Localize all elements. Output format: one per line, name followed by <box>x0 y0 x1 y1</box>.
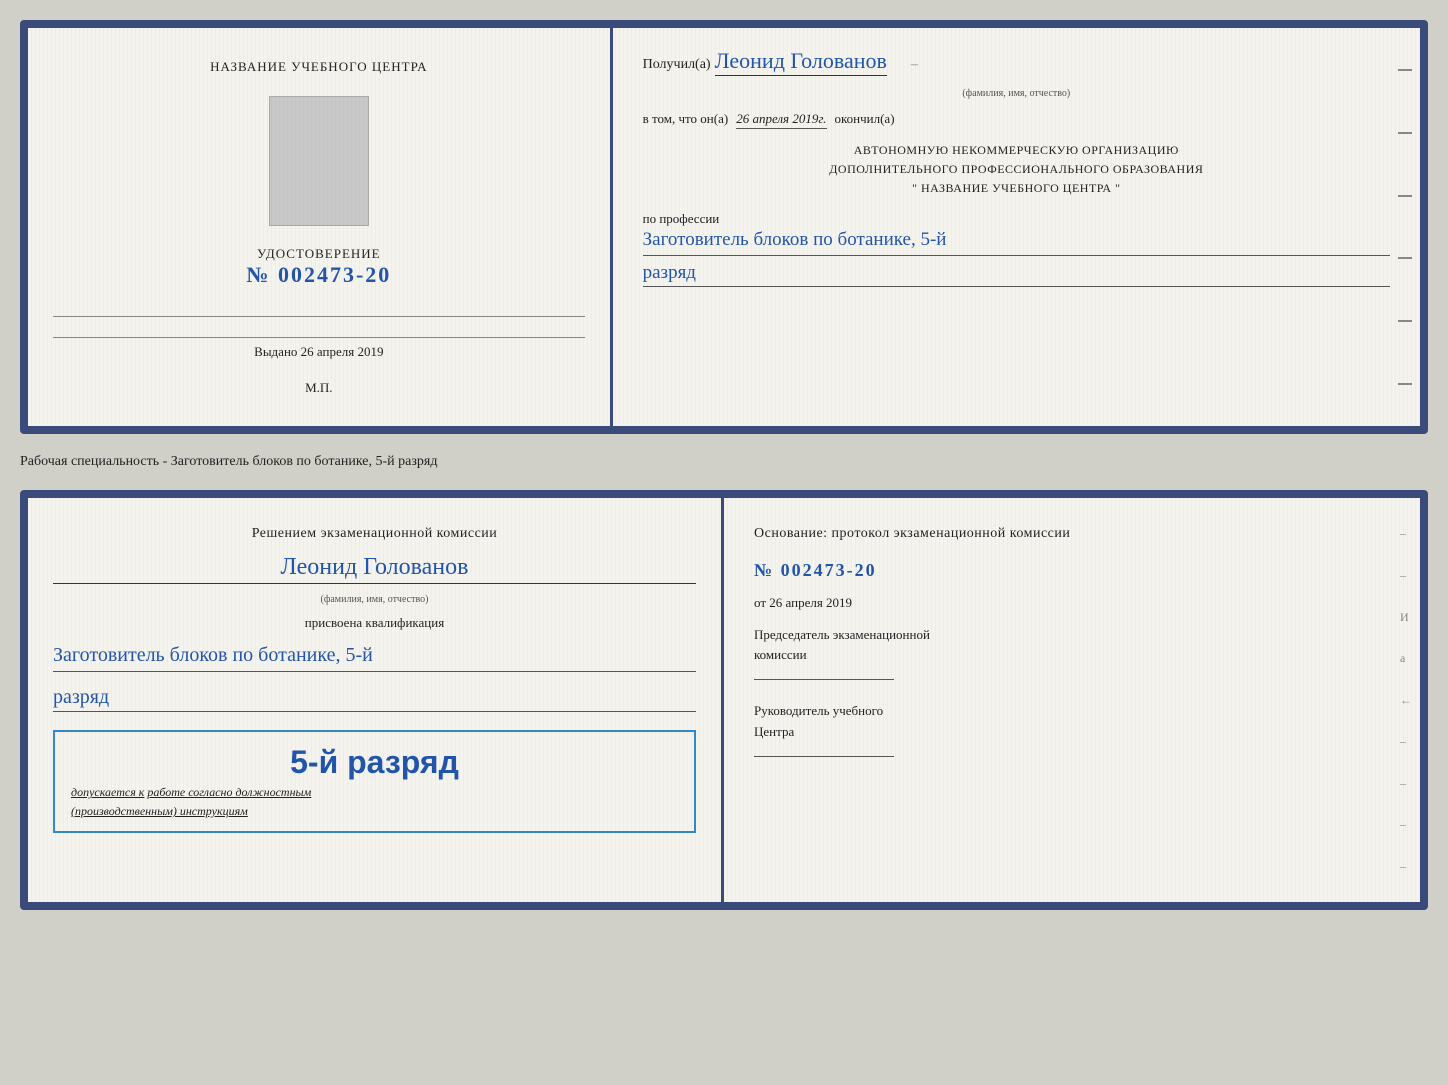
vert-dash-3: И <box>1400 610 1412 625</box>
bottom-right-decoration: – – И а ← – – – – <box>1400 513 1412 887</box>
top-cert-training-center-title: НАЗВАНИЕ УЧЕБНОГО ЦЕНТРА <box>210 58 427 76</box>
assigned-label: присвоена квалификация <box>53 615 696 631</box>
completed-label: окончил(а) <box>835 111 895 127</box>
from-prefix: от <box>754 595 766 610</box>
chairman-block: Председатель экзаменационной комиссии <box>754 625 1390 687</box>
bottom-cert-left: Решением экзаменационной комиссии Леонид… <box>28 498 724 902</box>
qualification-value: Заготовитель блоков по ботанике, 5-й <box>53 641 696 672</box>
top-cert-left: НАЗВАНИЕ УЧЕБНОГО ЦЕНТРА УДОСТОВЕРЕНИЕ №… <box>28 28 613 426</box>
deco-dash-4 <box>1398 257 1412 259</box>
right-decoration <box>1398 48 1412 406</box>
stamp-instructions: (производственным) инструкциям <box>71 804 678 819</box>
top-cert-right: Получил(а) Леонид Голованов – (фамилия, … <box>613 28 1420 426</box>
page-wrapper: НАЗВАНИЕ УЧЕБНОГО ЦЕНТРА УДОСТОВЕРЕНИЕ №… <box>20 20 1428 910</box>
chairman-sign-line <box>754 679 894 680</box>
top-certificate: НАЗВАНИЕ УЧЕБНОГО ЦЕНТРА УДОСТОВЕРЕНИЕ №… <box>20 20 1428 434</box>
received-name: Леонид Голованов <box>715 48 887 76</box>
director-block: Руководитель учебного Центра <box>754 701 1390 763</box>
person-name-bottom: Леонид Голованов <box>53 554 696 584</box>
chairman-line1: Председатель экзаменационной <box>754 625 1390 646</box>
stamp-allowed-underline: работе согласно должностным <box>147 785 311 799</box>
razryad-bottom: разряд <box>53 686 696 712</box>
cert-number-prefix: № <box>246 262 270 287</box>
date-line: в том, что он(а) 26 апреля 2019г. окончи… <box>643 111 1390 129</box>
bottom-certificate: Решением экзаменационной комиссии Леонид… <box>20 490 1428 910</box>
date-prefix: в том, что он(а) <box>643 111 729 127</box>
received-label: Получил(а) <box>643 57 711 73</box>
protocol-number-value: 002473-20 <box>781 560 877 580</box>
separator-label: Рабочая специальность - Заготовитель бло… <box>20 450 1428 474</box>
protocol-number: № 002473-20 <box>754 560 1390 581</box>
org-line1: АВТОНОМНУЮ НЕКОММЕРЧЕСКУЮ ОРГАНИЗАЦИЮ <box>643 141 1390 160</box>
vert-dash-4: а <box>1400 651 1412 666</box>
cert-label: УДОСТОВЕРЕНИЕ <box>246 246 391 262</box>
bottom-cert-right: Основание: протокол экзаменационной коми… <box>724 498 1420 902</box>
fio-small-bottom: (фамилия, имя, отчество) <box>53 594 696 605</box>
org-line3: " НАЗВАНИЕ УЧЕБНОГО ЦЕНТРА " <box>643 179 1390 198</box>
issued-label: Выдано <box>254 344 297 359</box>
issued-date: 26 апреля 2019 <box>301 344 384 359</box>
from-date-value: 26 апреля 2019 <box>769 595 852 610</box>
cert-number: № 002473-20 <box>246 262 391 288</box>
cert-number-block: УДОСТОВЕРЕНИЕ № 002473-20 <box>246 246 391 288</box>
stamp-rank: 5-й разряд <box>71 744 678 781</box>
profession-label: по профессии <box>643 211 720 226</box>
deco-dash-6 <box>1398 383 1412 385</box>
protocol-prefix: № <box>754 560 774 580</box>
chairman-line2: комиссии <box>754 645 1390 666</box>
mp-label: М.П. <box>305 380 332 396</box>
deco-dash-2 <box>1398 132 1412 134</box>
decision-text: Решением экзаменационной комиссии <box>53 523 696 544</box>
issued-line: Выдано 26 апреля 2019 <box>53 337 585 360</box>
deco-dash-3 <box>1398 195 1412 197</box>
director-line2: Центра <box>754 722 1390 743</box>
cert-number-value: 002473-20 <box>278 262 391 287</box>
vert-dash-2: – <box>1400 568 1412 583</box>
fio-label: (фамилия, имя, отчество) <box>643 88 1390 99</box>
deco-dash-1 <box>1398 69 1412 71</box>
org-line2: ДОПОЛНИТЕЛЬНОГО ПРОФЕССИОНАЛЬНОГО ОБРАЗО… <box>643 160 1390 179</box>
stamp-instructions-text: (производственным) инструкциям <box>71 804 248 818</box>
vert-dash-7: – <box>1400 776 1412 791</box>
director-sign-line <box>754 756 894 757</box>
profession-value: Заготовитель блоков по ботанике, 5-й <box>643 227 1390 257</box>
date-value: 26 апреля 2019г. <box>736 111 826 129</box>
basis-text: Основание: протокол экзаменационной коми… <box>754 523 1390 545</box>
vert-dash-5: ← <box>1400 693 1412 708</box>
stamp-allowed: допускается к работе согласно должностны… <box>71 785 678 800</box>
profession-block: по профессии Заготовитель блоков по бота… <box>643 211 1390 288</box>
received-line: Получил(а) Леонид Голованов – <box>643 48 1390 76</box>
vert-dash-1: – <box>1400 526 1412 541</box>
deco-dash-5 <box>1398 320 1412 322</box>
vert-dash-9: – <box>1400 859 1412 874</box>
from-date-line: от 26 апреля 2019 <box>754 595 1390 611</box>
vert-dash-6: – <box>1400 734 1412 749</box>
director-line1: Руководитель учебного <box>754 701 1390 722</box>
org-block: АВТОНОМНУЮ НЕКОММЕРЧЕСКУЮ ОРГАНИЗАЦИЮ ДО… <box>643 141 1390 199</box>
stamp-allowed-label: допускается к <box>71 785 144 799</box>
photo-placeholder <box>269 96 369 226</box>
razryad-value: разряд <box>643 262 1390 287</box>
stamp-box: 5-й разряд допускается к работе согласно… <box>53 730 696 833</box>
vert-dash-8: – <box>1400 817 1412 832</box>
